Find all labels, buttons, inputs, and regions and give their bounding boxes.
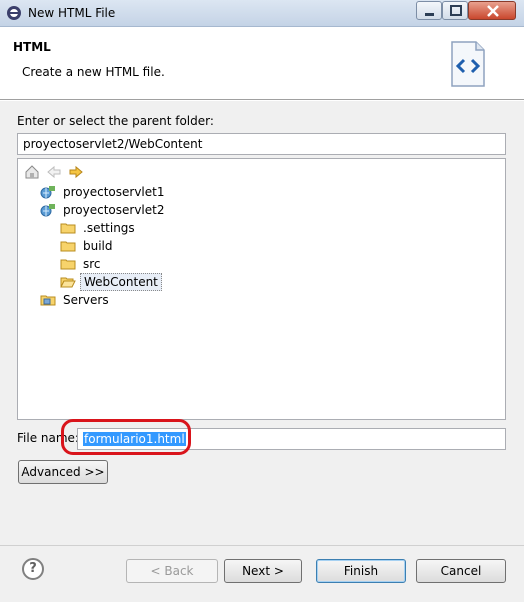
tree-item-label: build	[83, 239, 113, 253]
finish-button[interactable]: Finish	[316, 559, 406, 583]
eclipse-app-icon	[7, 6, 21, 20]
highlight-annotation	[61, 419, 191, 455]
banner-description: Create a new HTML file.	[22, 65, 165, 79]
divider	[0, 545, 524, 546]
parent-folder-label: Enter or select the parent folder:	[17, 114, 214, 128]
help-icon[interactable]: ?	[22, 558, 44, 580]
minimize-button[interactable]	[416, 1, 442, 20]
back-arrow-icon[interactable]	[46, 164, 62, 180]
tree-item-label: proyectoservlet2	[63, 203, 165, 217]
maximize-icon	[450, 5, 462, 16]
title-bar: New HTML File	[0, 0, 524, 27]
home-icon[interactable]	[24, 164, 40, 180]
folder-tree[interactable]: proyectoservlet1 proyectoservlet2 .setti…	[17, 158, 506, 420]
tree-item-label: src	[83, 257, 101, 271]
web-project-icon	[40, 204, 55, 217]
close-icon	[487, 5, 499, 17]
folder-icon	[60, 241, 76, 252]
tree-item-label: Servers	[63, 293, 109, 307]
window-title: New HTML File	[28, 6, 116, 20]
html-file-icon	[451, 41, 485, 87]
servers-folder-icon	[40, 295, 56, 306]
close-button[interactable]	[468, 1, 516, 20]
tree-item-label: proyectoservlet1	[63, 185, 165, 199]
back-button[interactable]: < Back	[126, 559, 218, 583]
next-button[interactable]: Next >	[224, 559, 302, 583]
tree-item-label: WebContent	[80, 273, 162, 291]
advanced-button[interactable]: Advanced >>	[18, 460, 108, 484]
web-project-icon	[40, 186, 55, 199]
parent-folder-input[interactable]: proyectoservlet2/WebContent	[17, 133, 506, 155]
open-folder-icon	[60, 277, 76, 288]
wizard-content: Enter or select the parent folder: proye…	[0, 101, 524, 602]
maximize-button[interactable]	[442, 1, 468, 20]
forward-arrow-icon[interactable]	[68, 164, 84, 180]
wizard-banner: HTML Create a new HTML file.	[0, 28, 524, 100]
folder-icon	[60, 259, 76, 270]
folder-icon	[60, 223, 76, 234]
cancel-button[interactable]: Cancel	[416, 559, 506, 583]
minimize-icon	[425, 13, 434, 16]
tree-item-label: .settings	[83, 221, 135, 235]
banner-title: HTML	[13, 40, 51, 54]
